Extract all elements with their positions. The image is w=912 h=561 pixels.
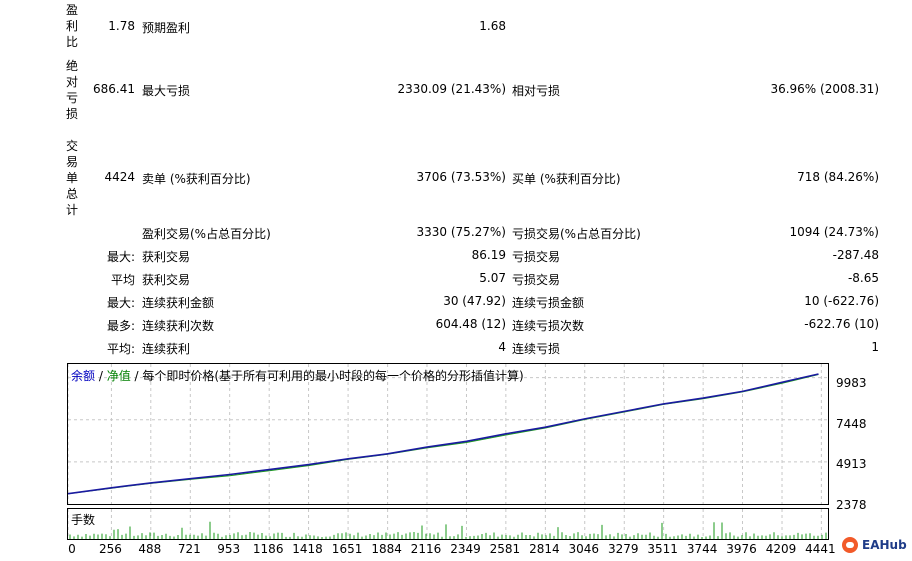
avg-cons-losses-value: 1 [871, 340, 879, 354]
long-trades-label: 买单 (%获利百分比) [512, 172, 621, 186]
largest-loss-value: -287.48 [832, 248, 879, 262]
profit-factor-label: 盈利比 [65, 3, 78, 49]
max-drawdown-label: 最大亏损 [142, 84, 191, 98]
volume-label: 手数 [71, 513, 96, 527]
balance-line [68, 373, 819, 495]
chart-legend: 余额 / 净值 / 每个即时价格(基于所有可利用的最小时段的每一个价格的分形插值… [71, 367, 524, 384]
rel-drawdown-value: 36.96% (2008.31) [770, 82, 879, 96]
avg-loss-value: -8.65 [847, 271, 879, 285]
max-cons-prefix: 最大: [106, 296, 135, 310]
max-cons-losses-label: 连续亏损金额 [512, 296, 585, 310]
y-tick-label: 9983 [836, 376, 867, 390]
legend-balance: 余额 [71, 369, 96, 383]
x-tick-label: 3744 [686, 542, 718, 556]
eahub-watermark: EAHub [842, 537, 907, 553]
max-cons-wins-label: 连续获利金额 [142, 296, 215, 310]
watermark-text: EAHub [862, 538, 907, 552]
avg-cons-wins-value: 4 [498, 340, 506, 354]
max-cons-wins-value: 30 (47.92) [443, 294, 506, 308]
average-prefix: 平均 [110, 273, 135, 287]
eahub-logo-icon [842, 537, 858, 553]
x-tick-label: 3046 [568, 542, 599, 556]
expected-payoff-label: 预期盈利 [142, 21, 191, 35]
expected-payoff-value: 1.68 [479, 19, 506, 33]
loss-trades-value: 1094 (24.73%) [789, 225, 879, 239]
avg-loss-label: 亏损交易 [512, 273, 561, 287]
legend-model: 每个即时价格(基于所有可利用的最小时段的每一个价格的分形插值计算) [142, 369, 524, 383]
profit-trades-label: 盈利交易(%占总百分比) [142, 227, 271, 241]
legend-sep-1: / [95, 369, 107, 383]
x-tick-label: 1186 [252, 542, 284, 556]
x-tick-label: 2814 [529, 542, 560, 556]
y-tick-label: 2378 [836, 498, 867, 512]
long-trades-value: 718 (84.26%) [797, 170, 879, 184]
x-tick-label: 2349 [450, 542, 481, 556]
x-tick-label: 953 [217, 542, 241, 556]
avg-profit-label: 获利交易 [142, 273, 191, 287]
max-cons-loss-value: -622.76 (10) [804, 317, 879, 331]
maximal-prefix: 最多: [106, 319, 135, 333]
total-trades-value: 4424 [104, 170, 135, 184]
balance-equity-chart: 余额 / 净值 / 每个即时价格(基于所有可利用的最小时段的每一个价格的分形插值… [67, 363, 829, 505]
max-cons-profit-label: 连续获利次数 [142, 319, 215, 333]
legend-equity: 净值 [106, 369, 131, 383]
short-trades-label: 卖单 (%获利百分比) [142, 172, 251, 186]
chart-plot [68, 364, 828, 504]
abs-drawdown-value: 686.41 [93, 82, 135, 96]
profit-factor-value: 1.78 [108, 19, 135, 33]
max-drawdown-value: 2330.09 (21.43%) [397, 82, 506, 96]
x-tick-label: 2581 [489, 542, 521, 556]
volume-chart: 手数 [67, 508, 829, 540]
abs-drawdown-label: 绝对亏损 [65, 59, 78, 121]
x-tick-label: 2116 [410, 542, 442, 556]
volume-plot [68, 509, 827, 539]
legend-sep-2: / [130, 369, 143, 383]
x-tick-label: 4209 [765, 542, 797, 556]
avg-cons-wins-label: 连续获利 [142, 342, 191, 356]
largest-prefix: 最大: [106, 250, 135, 264]
x-tick-label: 3511 [647, 542, 678, 556]
x-tick-label: 4441 [805, 542, 836, 556]
avg-cons-losses-label: 连续亏损 [512, 342, 561, 356]
loss-trades-label: 亏损交易(%占总百分比) [512, 227, 641, 241]
x-tick-label: 3279 [607, 542, 639, 556]
profit-trades-value: 3330 (75.27%) [416, 225, 506, 239]
x-tick-label: 488 [138, 542, 162, 556]
x-tick-label: 256 [98, 542, 122, 556]
x-tick-label: 3976 [726, 542, 757, 556]
max-cons-profit-value: 604.48 (12) [435, 317, 506, 331]
x-tick-label: 0 [68, 542, 76, 556]
x-tick-label: 721 [177, 542, 201, 556]
x-tick-label: 1651 [331, 542, 363, 556]
short-trades-value: 3706 (73.53%) [416, 170, 506, 184]
largest-profit-value: 86.19 [471, 248, 506, 262]
equity-line [68, 374, 819, 495]
total-trades-label: 交易单总计 [65, 139, 78, 217]
y-tick-label: 7448 [836, 417, 867, 431]
avg-profit-value: 5.07 [479, 271, 506, 285]
x-tick-label: 1884 [371, 542, 402, 556]
max-cons-loss-label: 连续亏损次数 [512, 319, 585, 333]
largest-profit-label: 获利交易 [142, 250, 191, 264]
largest-loss-label: 亏损交易 [512, 250, 561, 264]
rel-drawdown-label: 相对亏损 [512, 84, 561, 98]
max-cons-losses-value: 10 (-622.76) [804, 294, 879, 308]
x-tick-label: 1418 [292, 542, 323, 556]
y-tick-label: 4913 [836, 457, 867, 471]
avg-cons-prefix: 平均: [106, 342, 135, 356]
